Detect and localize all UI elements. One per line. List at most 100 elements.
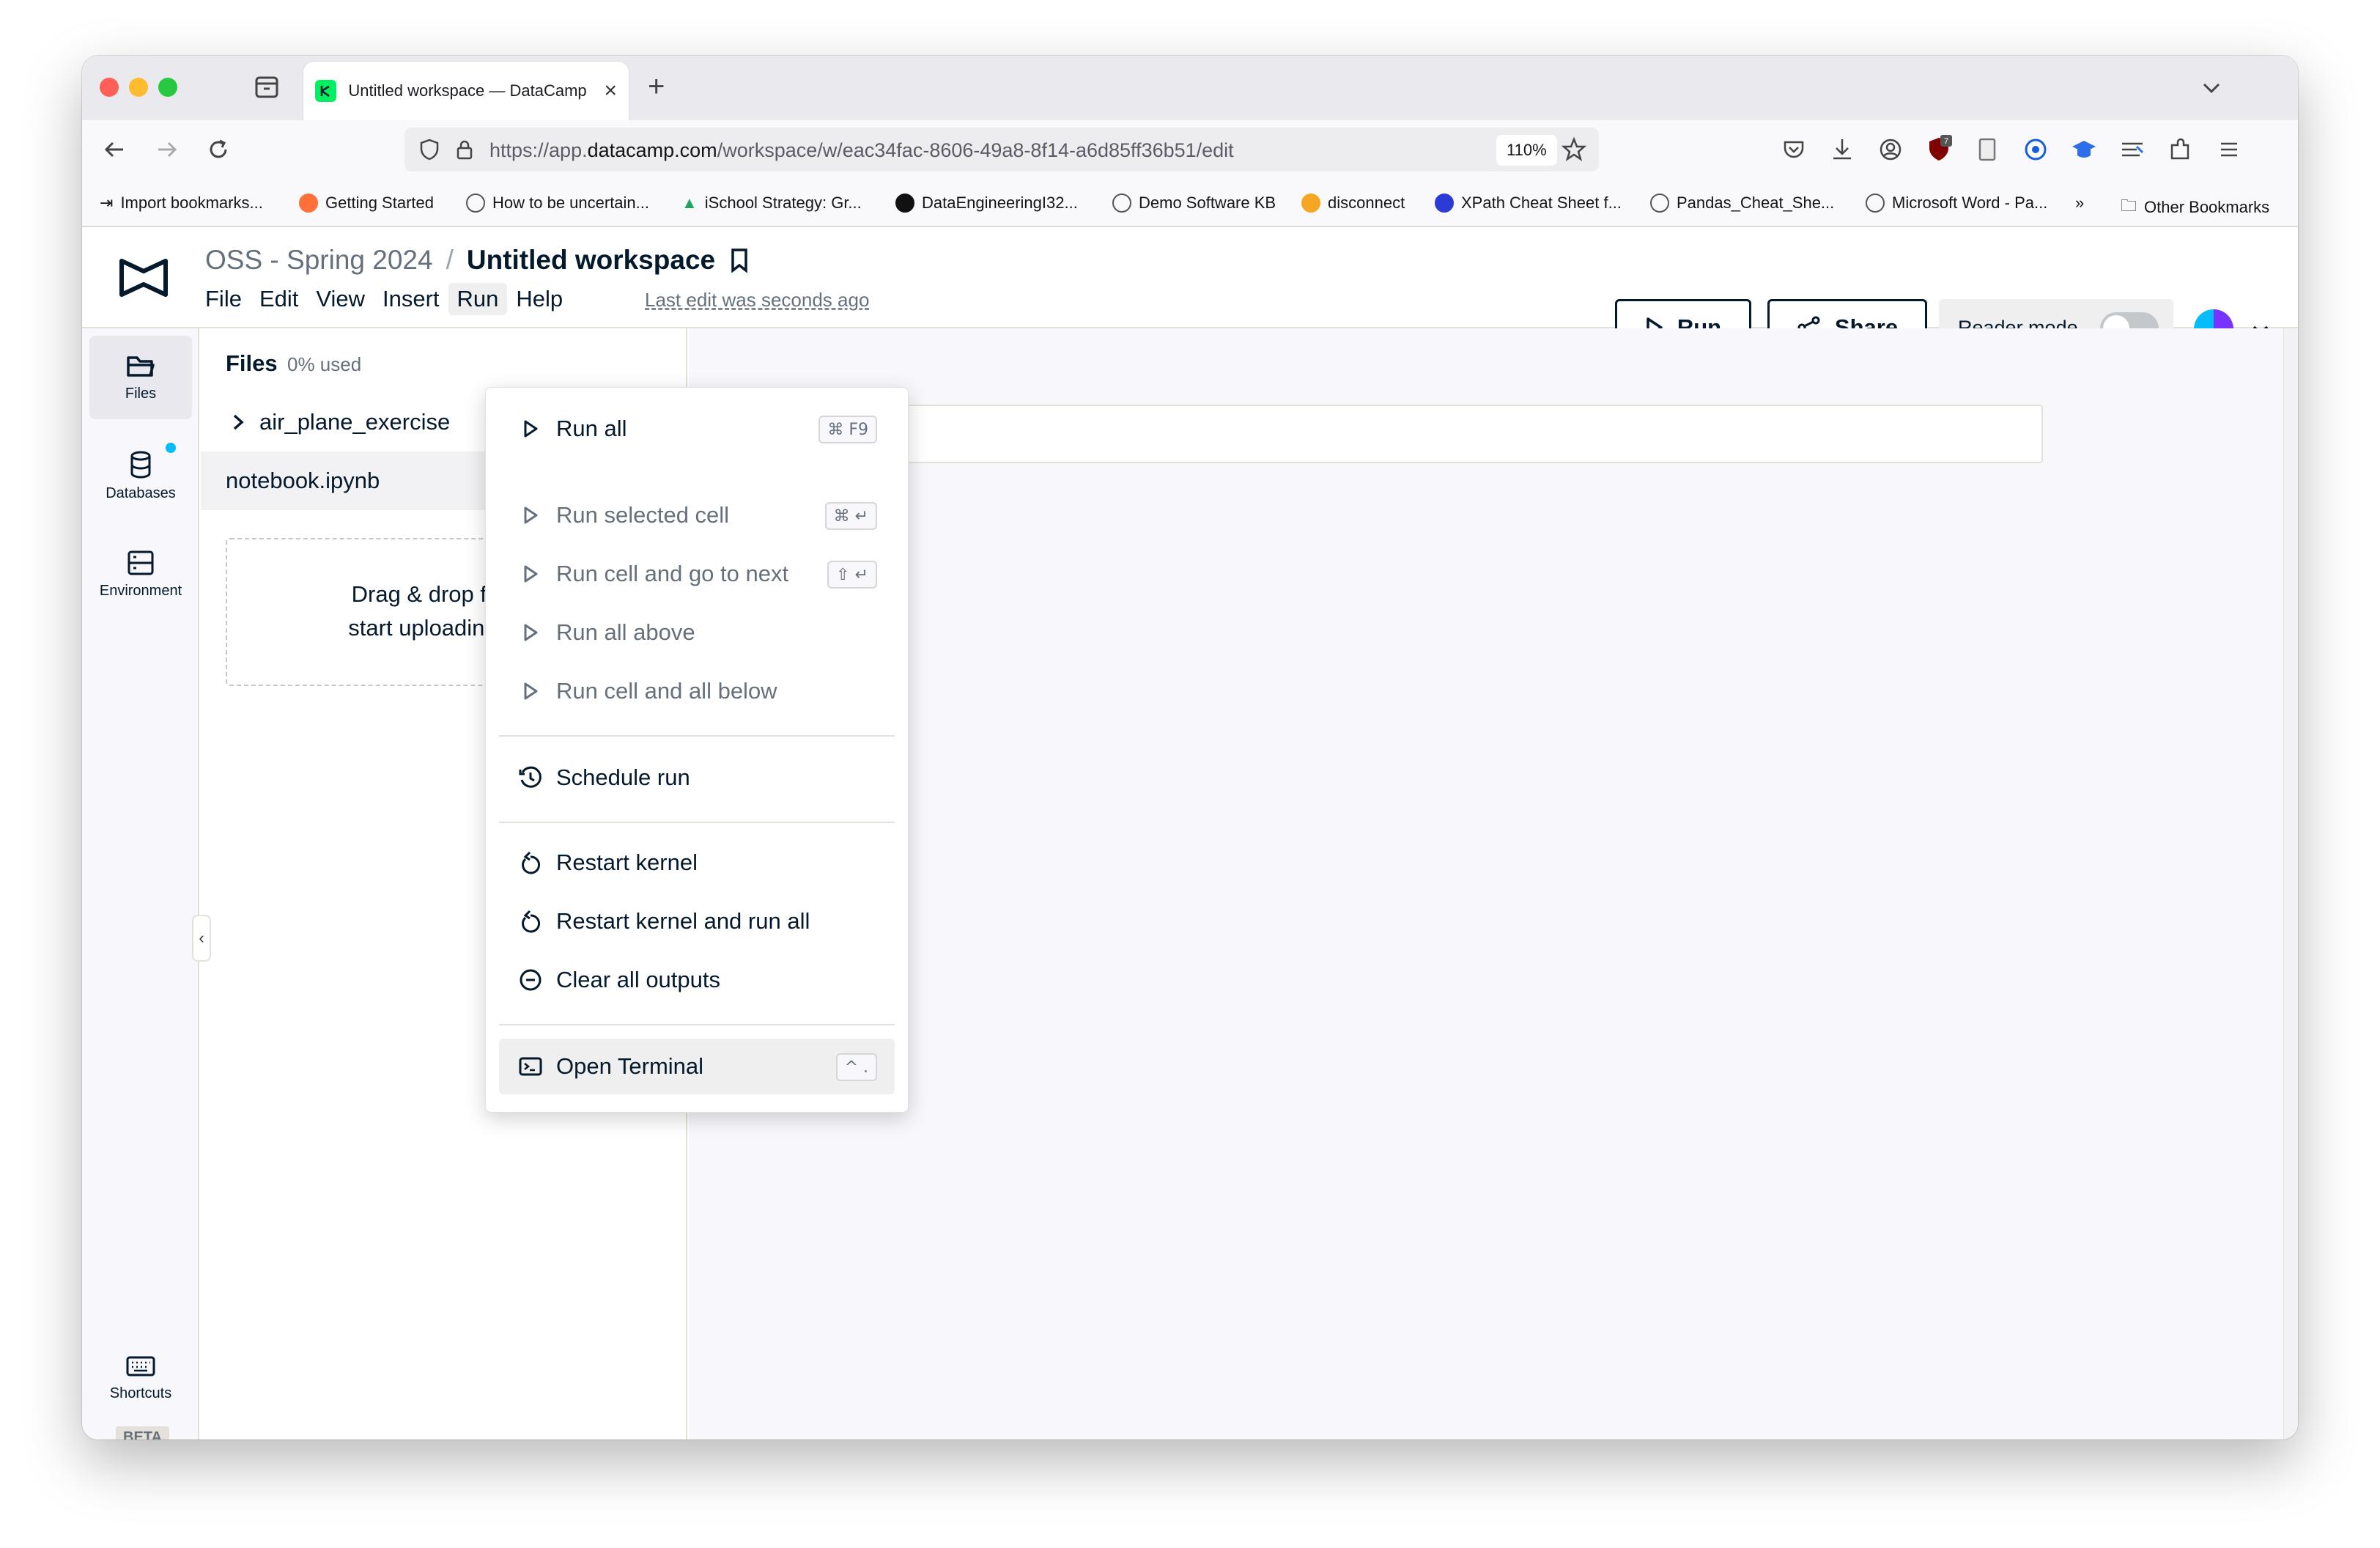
- active-tab[interactable]: Untitled workspace — DataCamp ×: [303, 62, 629, 120]
- lock-icon[interactable]: [453, 138, 476, 161]
- restart-icon: [518, 850, 543, 875]
- downloads-icon[interactable]: [1828, 135, 1857, 164]
- menu-run[interactable]: Run: [448, 283, 508, 315]
- clear-all-outputs-item[interactable]: Clear all outputs: [499, 952, 895, 1008]
- run-selected-cell-item[interactable]: Run selected cell ⌘ ↵: [499, 487, 895, 543]
- maximize-window-button[interactable]: [158, 78, 177, 97]
- sidebar-item-files[interactable]: Files: [89, 336, 192, 419]
- menu-divider: [499, 735, 895, 737]
- collapse-sidebar-button[interactable]: ‹: [192, 915, 211, 962]
- datacamp-logo-icon[interactable]: [117, 255, 170, 301]
- shortcut-key: ⌘ F9: [818, 416, 877, 443]
- graduation-cap-icon[interactable]: [2069, 135, 2099, 164]
- scrollbar[interactable]: [2283, 328, 2298, 1440]
- app-header: OSS - Spring 2024 / Untitled workspace F…: [82, 227, 2298, 356]
- run-all-above-item[interactable]: Run all above: [499, 605, 895, 660]
- text-extension-icon[interactable]: [2118, 135, 2147, 164]
- bookmark-microsoft-word[interactable]: Microsoft Word - Pa...: [1866, 194, 2047, 213]
- forward-icon[interactable]: [152, 135, 182, 164]
- play-icon: [518, 561, 543, 586]
- bookmarks-overflow-icon[interactable]: »: [2075, 194, 2084, 213]
- globe-icon: [1112, 194, 1131, 213]
- storage-used: 0% used: [287, 353, 362, 375]
- shortcut-key: ⇧ ↵: [827, 561, 877, 589]
- account-icon[interactable]: [1876, 135, 1905, 164]
- workspace-title[interactable]: Untitled workspace: [467, 245, 715, 276]
- keyboard-icon: [126, 1356, 155, 1376]
- last-edit-status[interactable]: Last edit was seconds ago: [645, 289, 869, 312]
- pocket-icon[interactable]: [1779, 135, 1808, 164]
- bookmark-star-icon[interactable]: [1561, 136, 1587, 163]
- run-menu-dropdown: Run all ⌘ F9 Run selected cell ⌘ ↵ Run c…: [485, 387, 909, 1113]
- bookmark-pandas[interactable]: Pandas_Cheat_She...: [1650, 194, 1834, 213]
- files-panel-title: Files: [226, 350, 278, 376]
- close-tab-icon[interactable]: ×: [604, 80, 617, 102]
- bookmark-other[interactable]: 🗀 Other Bookmarks: [2121, 194, 2269, 221]
- back-icon[interactable]: [100, 135, 129, 164]
- bookmark-uncertain[interactable]: How to be uncertain...: [466, 194, 649, 213]
- zoom-level[interactable]: 110%: [1496, 135, 1557, 166]
- menu-edit[interactable]: Edit: [251, 283, 307, 315]
- bookmark-xpath[interactable]: XPath Cheat Sheet f...: [1435, 194, 1622, 213]
- chevron-left-icon: ‹: [199, 929, 204, 947]
- tab-overview-icon[interactable]: [252, 72, 281, 101]
- minimize-window-button[interactable]: [129, 78, 148, 97]
- bookmark-getting-started[interactable]: Getting Started: [299, 194, 434, 213]
- address-bar[interactable]: https://app.datacamp.com/workspace/w/eac…: [404, 128, 1599, 172]
- run-cell-and-below-item[interactable]: Run cell and all below: [499, 663, 895, 719]
- notebook-area: [689, 328, 2283, 1440]
- close-window-button[interactable]: [100, 78, 119, 97]
- notification-dot: [166, 443, 176, 453]
- extensions-puzzle-icon[interactable]: [2166, 135, 2195, 164]
- hamburger-menu-icon[interactable]: [2214, 135, 2244, 164]
- project-name[interactable]: OSS - Spring 2024: [205, 245, 433, 276]
- reader-view-icon[interactable]: [1973, 135, 2002, 164]
- menu-view[interactable]: View: [307, 283, 374, 315]
- menu-insert[interactable]: Insert: [374, 283, 448, 315]
- password-manager-icon[interactable]: [2021, 135, 2050, 164]
- bookmark-icon[interactable]: [728, 247, 750, 273]
- xpath-icon: [1435, 194, 1454, 213]
- chevron-right-icon[interactable]: [230, 413, 246, 432]
- bookmark-dataengineering[interactable]: DataEngineeringI32...: [895, 194, 1078, 213]
- sidebar-item-environment[interactable]: Environment: [89, 532, 192, 616]
- svg-text:7: 7: [1944, 137, 1948, 146]
- run-all-item[interactable]: Run all ⌘ F9: [499, 401, 895, 457]
- menu-divider: [499, 822, 895, 823]
- menu-help[interactable]: Help: [507, 283, 572, 315]
- restart-kernel-run-all-item[interactable]: Restart kernel and run all: [499, 893, 895, 949]
- breadcrumb-separator: /: [446, 245, 454, 275]
- browser-window: Untitled workspace — DataCamp × + https:…: [82, 56, 2298, 1440]
- play-icon: [518, 620, 543, 645]
- tab-title: Untitled workspace — DataCamp: [348, 81, 587, 100]
- bookmark-disconnect[interactable]: disconnect: [1301, 194, 1405, 213]
- run-cell-go-next-item[interactable]: Run cell and go to next ⇧ ↵: [499, 546, 895, 602]
- reload-icon[interactable]: [204, 135, 233, 164]
- sidebar-item-databases[interactable]: Databases: [89, 434, 192, 517]
- shield-icon[interactable]: [418, 138, 441, 161]
- bookmarks-toolbar: ⇥ Import bookmarks... Getting Started How…: [82, 179, 2298, 227]
- bookmark-import[interactable]: ⇥ Import bookmarks...: [100, 194, 263, 213]
- schedule-run-item[interactable]: Schedule run: [499, 750, 895, 806]
- datacamp-favicon-icon: [315, 80, 337, 102]
- new-tab-icon[interactable]: +: [648, 72, 665, 101]
- sidebar-rail: Files Databases Environment Shortcuts BE…: [82, 328, 199, 1440]
- restart-icon: [518, 909, 543, 934]
- ublock-extension-icon[interactable]: 7: [1924, 135, 1954, 164]
- play-icon: [518, 416, 543, 441]
- open-terminal-item[interactable]: Open Terminal ^ .: [499, 1039, 895, 1094]
- import-icon: ⇥: [100, 194, 114, 212]
- notebook-cell[interactable]: [865, 405, 2043, 463]
- bookmark-ischool[interactable]: ▲ iSchool Strategy: Gr...: [681, 194, 862, 213]
- database-icon: [130, 451, 151, 479]
- restart-kernel-item[interactable]: Restart kernel: [499, 835, 895, 891]
- terminal-icon: [518, 1054, 543, 1079]
- tab-list-chevron-icon[interactable]: [2198, 75, 2225, 101]
- globe-icon: [1866, 194, 1885, 213]
- sidebar-item-shortcuts[interactable]: Shortcuts: [89, 1354, 192, 1402]
- menu-file[interactable]: File: [196, 283, 251, 315]
- tab-bar: Untitled workspace — DataCamp × +: [82, 56, 2298, 120]
- menu-divider: [499, 1024, 895, 1025]
- bookmark-demo-software[interactable]: Demo Software KB: [1112, 194, 1276, 213]
- url-text: https://app.datacamp.com/workspace/w/eac…: [489, 139, 1234, 161]
